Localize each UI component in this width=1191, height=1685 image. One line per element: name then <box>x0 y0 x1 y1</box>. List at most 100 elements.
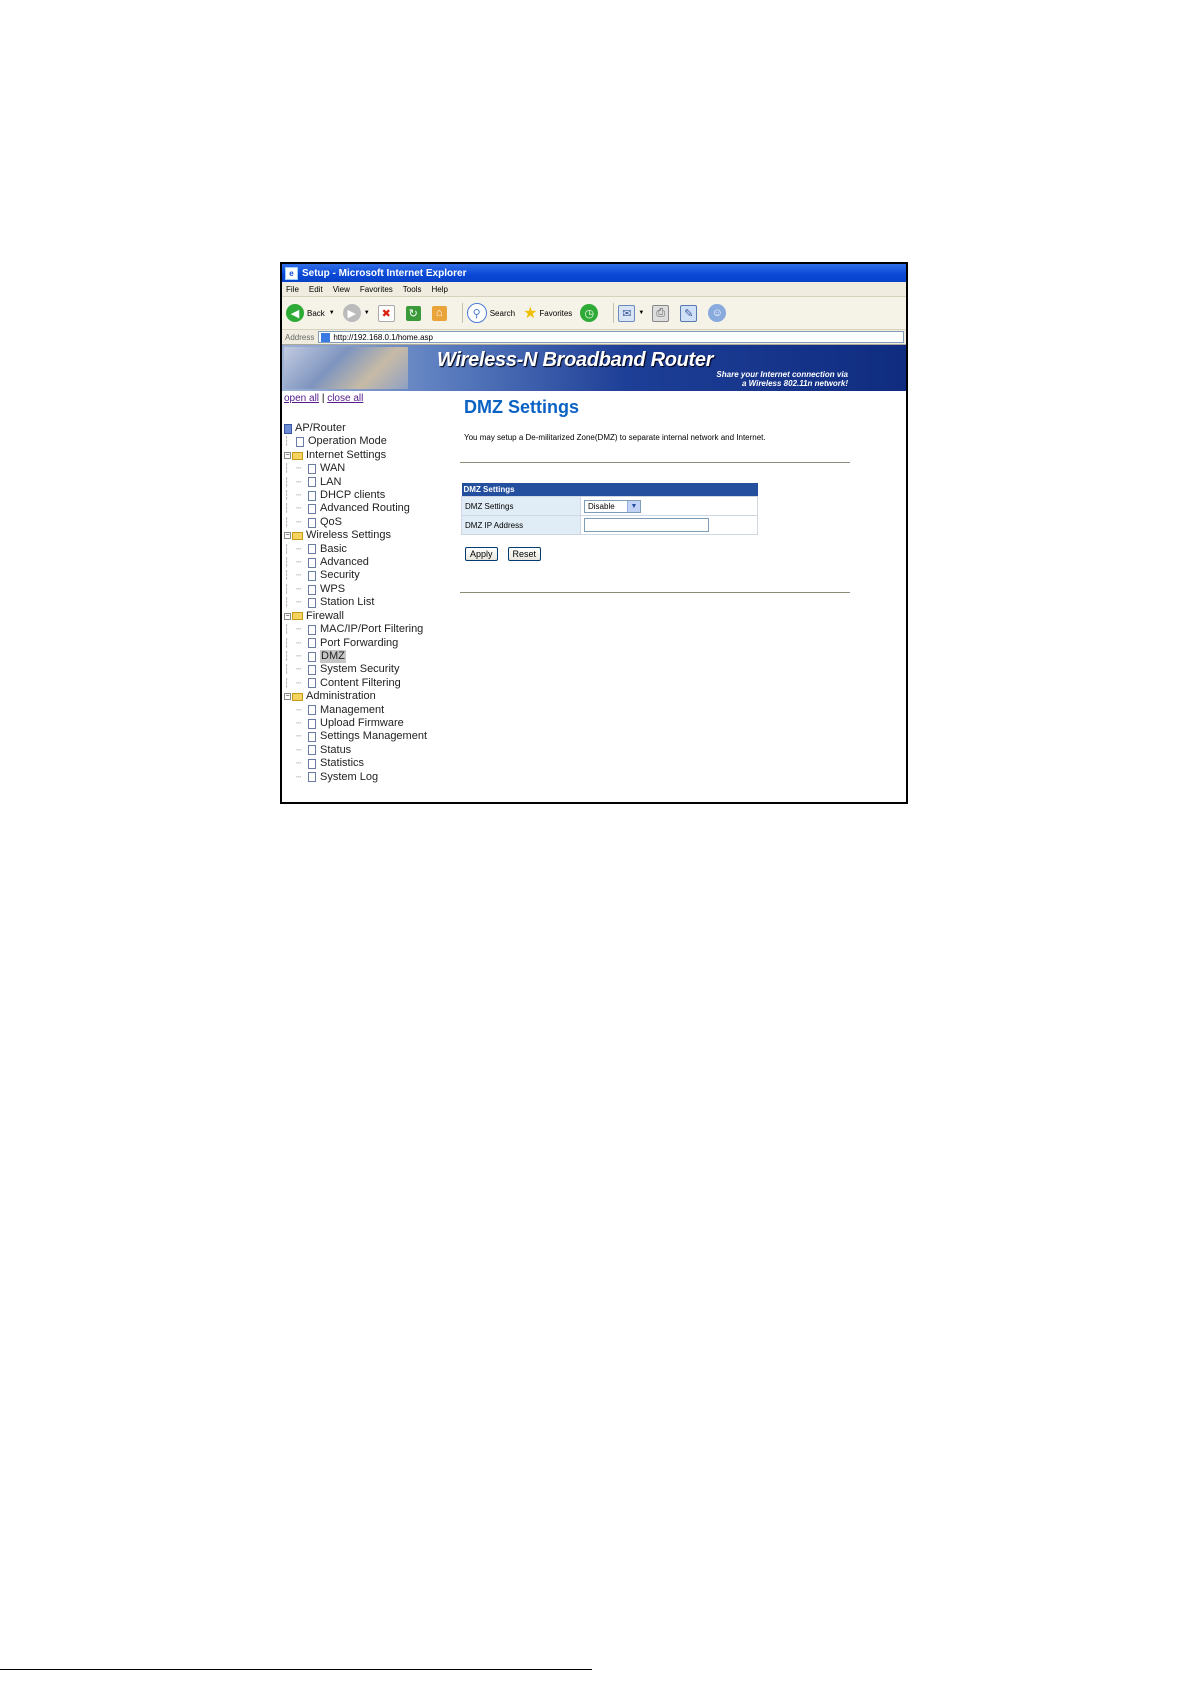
menu-favorites[interactable]: Favorites <box>360 285 393 294</box>
main-panel: DMZ Settings You may setup a De-militari… <box>460 391 850 593</box>
page-icon <box>308 772 316 783</box>
tree-item-port-forwarding[interactable]: ┆ ┄ Port Forwarding <box>284 637 454 650</box>
page-icon <box>308 678 316 689</box>
apply-button[interactable]: Apply <box>465 547 498 561</box>
table-header: DMZ Settings <box>461 483 758 497</box>
tree-item-mac-ip-port-filtering[interactable]: ┆ ┄ MAC/IP/Port Filtering <box>284 623 454 636</box>
tree-item-advanced[interactable]: ┆ ┄ Advanced <box>284 556 454 569</box>
tree-item-content-filtering[interactable]: ┆ ┄ Content Filtering <box>284 677 454 690</box>
page-icon <box>308 504 316 515</box>
mail-dropdown-icon[interactable]: ▼ <box>638 310 644 316</box>
menu-help[interactable]: Help <box>431 285 447 294</box>
tree-item-wps[interactable]: ┆ ┄ WPS <box>284 583 454 596</box>
back-dropdown-icon[interactable]: ▼ <box>329 310 335 316</box>
collapse-icon[interactable]: − <box>284 693 291 701</box>
tree-item-basic[interactable]: ┆ ┄ Basic <box>284 543 454 556</box>
collapse-icon[interactable]: − <box>284 532 291 540</box>
tree: AP/Router ┆ Operation Mode − Internet Sett… <box>284 422 454 784</box>
folder-icon <box>292 531 303 540</box>
forward-button[interactable]: ▶ ▼ <box>342 304 370 322</box>
banner-tagline: Share your Internet connection via a Wir… <box>716 370 848 388</box>
home-button[interactable]: ⌂ <box>431 305 450 321</box>
forward-dropdown-icon[interactable]: ▼ <box>364 310 370 316</box>
print-icon: ⎙ <box>652 304 670 322</box>
search-button[interactable]: ⚲ Search <box>466 303 515 323</box>
page-icon <box>308 665 316 676</box>
tree-item-security[interactable]: ┆ ┄ Security <box>284 569 454 582</box>
back-button[interactable]: ◀ Back ▼ <box>286 304 335 322</box>
collapse-icon[interactable]: − <box>284 452 291 460</box>
messenger-button[interactable]: ☺ <box>708 304 729 322</box>
tree-item-wan[interactable]: ┆ ┄ WAN <box>284 462 454 475</box>
stop-button[interactable]: ✖ <box>377 304 398 322</box>
divider <box>460 592 850 593</box>
open-all-link[interactable]: open all <box>284 393 319 404</box>
tree-item-lan[interactable]: ┆ ┄ LAN <box>284 476 454 489</box>
page-icon <box>308 584 316 595</box>
page-icon <box>308 557 316 568</box>
messenger-icon: ☺ <box>708 304 727 322</box>
folder-icon <box>292 692 303 701</box>
dmz-ip-address-input[interactable] <box>584 518 709 532</box>
address-url: http://192.168.0.1/home.asp <box>333 332 433 342</box>
history-button[interactable]: ◷ <box>580 304 601 322</box>
tree-item-statistics[interactable]: ┄ Statistics <box>284 757 454 770</box>
dmz-settings-table: DMZ Settings DMZ Settings Disable ▼ DMZ … <box>461 483 758 535</box>
dmz-ip-address-label: DMZ IP Address <box>461 515 581 535</box>
mail-button[interactable]: ✉ ▼ <box>618 304 644 322</box>
mail-icon: ✉ <box>618 304 636 322</box>
tree-item-operation-mode[interactable]: ┆ Operation Mode <box>284 435 454 448</box>
tree-item-status[interactable]: ┄ Status <box>284 744 454 757</box>
close-all-link[interactable]: close all <box>327 393 363 404</box>
folder-icon <box>292 451 303 460</box>
tree-folder-internet[interactable]: − Internet Settings <box>284 449 454 462</box>
tree-item-dhcp-clients[interactable]: ┆ ┄ DHCP clients <box>284 489 454 502</box>
collapse-icon[interactable]: − <box>284 612 291 620</box>
address-bar: Address http://192.168.0.1/home.asp <box>282 330 906 345</box>
menu-edit[interactable]: Edit <box>309 285 323 294</box>
title-bar: e Setup - Microsoft Internet Explorer <box>282 264 906 282</box>
tree-folder-firewall[interactable]: − Firewall <box>284 610 454 623</box>
page-icon <box>308 732 316 743</box>
favorites-button[interactable]: ★ Favorites <box>523 303 572 323</box>
computer-icon <box>284 423 292 434</box>
page-icon <box>308 758 316 769</box>
back-arrow-icon: ◀ <box>286 304 304 322</box>
tree-item-system-log[interactable]: ┄ System Log <box>284 771 454 784</box>
tree-item-dmz[interactable]: ┆ ┄ DMZ <box>284 649 454 664</box>
banner-photo <box>284 347 408 389</box>
history-icon: ◷ <box>580 304 599 322</box>
menu-tools[interactable]: Tools <box>403 285 422 294</box>
address-input[interactable]: http://192.168.0.1/home.asp <box>318 331 904 343</box>
dmz-settings-select[interactable]: Disable ▼ <box>584 499 641 513</box>
refresh-icon: ↻ <box>405 305 421 321</box>
address-label: Address <box>285 332 315 342</box>
menu-file[interactable]: File <box>286 285 299 294</box>
tree-folder-wireless[interactable]: − Wireless Settings <box>284 529 454 542</box>
tree-item-advanced-routing[interactable]: ┆ ┄ Advanced Routing <box>284 502 454 515</box>
reset-button[interactable]: Reset <box>507 547 542 561</box>
nav-tree: open all | close all AP/Router ┆ Operatio… <box>284 393 454 784</box>
menu-bar: File Edit View Favorites Tools Help <box>282 282 906 297</box>
tree-item-management[interactable]: ┄ Management <box>284 704 454 717</box>
tree-item-upload-firmware[interactable]: ┄ Upload Firmware <box>284 717 454 730</box>
edit-button[interactable]: ✎ <box>680 304 700 322</box>
toolbar-separator <box>613 303 615 323</box>
tree-folder-administration[interactable]: − Administration <box>284 690 454 703</box>
tree-item-station-list[interactable]: ┆ ┄ Station List <box>284 596 454 609</box>
print-button[interactable]: ⎙ <box>652 304 672 322</box>
refresh-button[interactable]: ↻ <box>405 305 424 321</box>
button-row: Apply Reset <box>465 547 840 561</box>
page-icon <box>308 624 316 635</box>
tree-root[interactable]: AP/Router <box>284 422 454 435</box>
page-icon <box>308 745 316 756</box>
tree-item-system-security[interactable]: ┆ ┄ System Security <box>284 663 454 676</box>
search-icon: ⚲ <box>466 303 487 323</box>
menu-view[interactable]: View <box>333 285 350 294</box>
chevron-down-icon: ▼ <box>627 500 640 512</box>
page-icon <box>308 718 316 729</box>
tree-item-settings-management[interactable]: ┄ Settings Management <box>284 730 454 743</box>
table-row: DMZ Settings Disable ▼ <box>461 496 758 516</box>
page-icon <box>308 517 316 528</box>
tree-item-qos[interactable]: ┆ ┄ QoS <box>284 516 454 529</box>
